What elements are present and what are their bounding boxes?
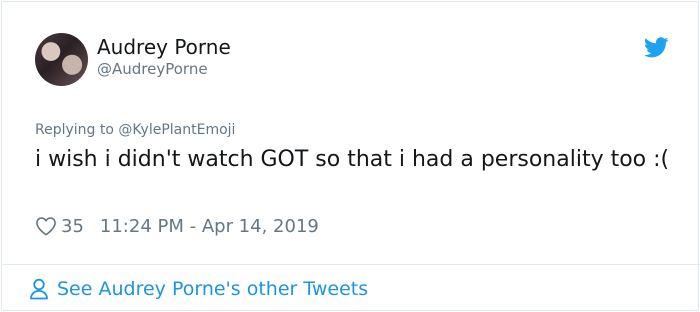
author-handle[interactable]: @AudreyPorne [97,60,208,78]
person-outline-icon [30,278,48,300]
see-other-tweets-link[interactable]: See Audrey Porne's other Tweets [29,276,368,302]
see-other-tweets-label: See Audrey Porne's other Tweets [57,278,369,300]
tweet-meta: 35 11:24 PM - Apr 14, 2019 [35,214,319,238]
author-name[interactable]: Audrey Porne [97,35,231,59]
embedded-tweet-card: Audrey Porne @AudreyPorne Replying to @K… [1,1,700,311]
replying-to[interactable]: Replying to @KylePlantEmoji [35,122,235,138]
tweet-text: i wish i didn't watch GOT so that i had … [35,147,670,172]
twitter-bird-icon[interactable] [644,37,669,58]
divider [3,264,700,265]
tweet-timestamp[interactable]: 11:24 PM - Apr 14, 2019 [100,216,319,237]
avatar[interactable] [35,33,88,86]
like-count[interactable]: 35 [61,216,84,237]
heart-outline-icon[interactable] [35,216,57,236]
